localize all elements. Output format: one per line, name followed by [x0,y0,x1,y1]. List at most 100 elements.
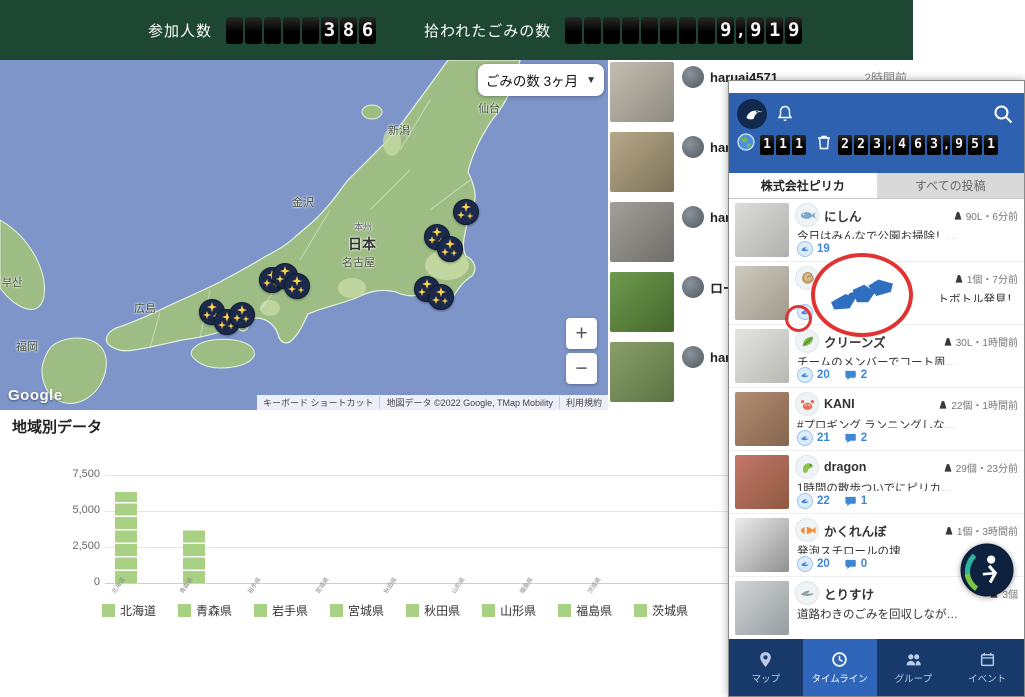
like-button[interactable]: 22 [797,493,830,509]
legend-item[interactable]: 宮城県 [330,602,384,619]
entry-photo[interactable] [735,266,789,320]
digit-cell [283,17,300,44]
legend-item[interactable]: 北海道 [102,602,156,619]
digit-cell [226,17,243,44]
trash-counter-group: 拾われたごみの数 9,919 [424,17,802,44]
thanks-bird-icon [797,430,813,446]
calendar-icon [979,651,996,668]
legend-swatch [254,604,267,617]
map-marker-cluster[interactable] [229,302,255,328]
tab-all-posts[interactable]: すべての投稿 [877,173,1025,198]
nav-group[interactable]: グループ [877,639,951,696]
digit-cell [264,17,281,44]
digit-cell: 9 [952,135,966,155]
timeline-entry[interactable]: にしん 90L・6分前 今日はみんなで公園お掃除！… 19 [729,199,1024,262]
like-button[interactable]: 19 [797,241,830,257]
map-marker-cluster[interactable] [437,236,463,262]
avatar [682,206,704,228]
clock-icon [831,651,848,668]
entry-username: にしん [824,206,948,225]
map-footer: キーボード ショートカット 地図データ ©2022 Google, TMap M… [257,395,608,410]
chart-legend: 北海道 青森県 岩手県 宮城県 秋田県 山形県 福島県 茨城県 [102,602,688,619]
digit-cell: 3 [927,135,941,155]
feed-photo[interactable] [610,272,674,332]
pirika-mascot-button[interactable] [960,543,1014,597]
map-marker-cluster[interactable] [428,284,454,310]
map-canvas[interactable]: 新潟 仙台 金沢 本州 日本 名古屋 広島 福岡 부산 ごみの数 3ヶ月 ▼ +… [0,60,608,410]
keyboard-shortcuts-link[interactable]: キーボード ショートカット [257,396,380,409]
digit-cell [603,17,620,44]
x-tick-label: 山形県 [449,575,467,595]
legend-item[interactable]: 山形県 [482,602,536,619]
digit-cell [245,17,262,44]
map-label-hiroshima: 広島 [134,300,156,316]
comment-button[interactable]: 2 [844,369,867,382]
digit-cell: , [943,135,950,155]
legend-item[interactable]: 茨城県 [634,602,688,619]
entry-amount: 29個・23分前 [943,460,1018,475]
google-logo[interactable]: Google [8,387,63,404]
map-marker-cluster[interactable] [453,199,479,225]
nav-timeline[interactable]: タイムライン [803,639,877,696]
app-header: 111 223,463,951 [729,93,1024,173]
avatar [682,136,704,158]
legend-item[interactable]: 青森県 [178,602,232,619]
map-marker-cluster[interactable] [284,273,310,299]
feed-photo[interactable] [610,62,674,122]
trash-bag-icon [943,336,953,347]
zoom-out-button[interactable]: − [566,353,597,384]
zoom-in-button[interactable]: + [566,318,597,349]
comment-button[interactable]: 1 [844,495,867,508]
leaf-avatar-icon [795,329,819,353]
search-icon[interactable] [992,103,1014,125]
bar-slot: 北海道 [105,475,173,583]
comment-bubble-icon [844,432,857,445]
nav-map[interactable]: マップ [729,639,803,696]
dashboard-screen: 参加人数 386 拾われたごみの数 9,919 [0,0,1025,697]
trash-bag-icon [953,210,963,221]
entry-amount: 1個・3時間前 [944,523,1018,538]
legend-item[interactable]: 福島県 [558,602,612,619]
nav-event[interactable]: イベント [950,639,1024,696]
entry-photo[interactable] [735,455,789,509]
timeline-entry[interactable]: dragon 29個・23分前 1時間の散歩ついでにピリカ… 22 1 [729,451,1024,514]
feed-photo[interactable] [610,132,674,192]
entry-photo[interactable] [735,203,789,257]
legend-item[interactable]: 秋田県 [406,602,460,619]
trash-can-icon [815,133,833,156]
terms-link[interactable]: 利用規約 [559,396,608,409]
entry-photo[interactable] [735,329,789,383]
comment-bubble-icon [844,369,857,382]
comment-button[interactable]: 2 [844,432,867,445]
legend-item[interactable]: 岩手県 [254,602,308,619]
digit-cell: 6 [359,17,376,44]
trash-period-filter-dropdown[interactable]: ごみの数 3ヶ月 ▼ [478,64,604,96]
digit-cell: , [736,17,745,44]
feed-photo[interactable] [610,342,674,402]
digit-cell: 2 [854,135,868,155]
comment-button[interactable]: 0 [844,558,867,571]
japan-map-graphic [0,60,608,410]
tab-company[interactable]: 株式会社ピリカ [729,173,877,198]
entry-photo[interactable] [735,518,789,572]
entry-photo[interactable] [735,581,789,635]
bar-slot: 茨城県 [581,475,649,583]
entry-text: 1時間の散歩ついでにピリカ… [797,480,1018,491]
trash-count-label: 拾われたごみの数 [424,20,551,41]
regional-data-title: 地域別データ [12,416,102,437]
digit-cell [565,17,582,44]
legend-swatch [634,604,647,617]
notifications-bell-icon[interactable] [775,104,795,124]
digit-cell: 2 [838,135,852,155]
map-label-nagoya: 名古屋 [342,254,375,270]
feed-photo[interactable] [610,202,674,262]
bar [115,492,137,583]
timeline-entry[interactable]: KANI 22個・1時間前 #プロギング ランニングしな… 21 2 [729,388,1024,451]
x-tick-label: 福島県 [517,575,535,595]
like-button[interactable]: 20 [797,367,830,383]
like-button[interactable]: 21 [797,430,830,446]
digit-cell: 1 [776,135,790,155]
entry-photo[interactable] [735,392,789,446]
thanks-bird-icon [797,556,813,572]
like-button[interactable]: 20 [797,556,830,572]
